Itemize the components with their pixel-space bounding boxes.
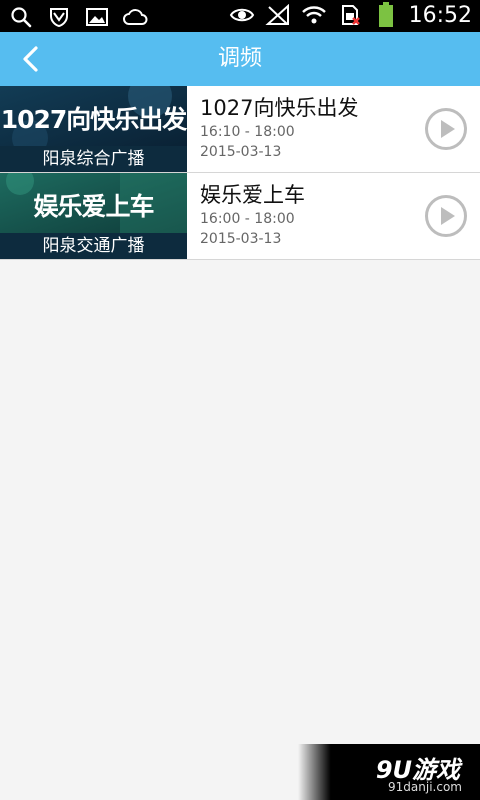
battery-icon [373,2,399,28]
program-name: 娱乐爱上车 [200,183,305,207]
cloud-icon [122,4,148,30]
status-bar: 16:52 [0,0,480,32]
program-name: 1027向快乐出发 [200,96,359,120]
list-item[interactable]: 娱乐爱上车 阳泉交通广播 娱乐爱上车 16:00 - 18:00 2015-03… [0,173,480,260]
clock: 16:52 [408,2,472,28]
program-time: 16:00 - 18:00 [200,211,295,227]
sim-icon [337,2,363,28]
list-item[interactable]: 1027向快乐出发 阳泉综合广播 1027向快乐出发 16:10 - 18:00… [0,86,480,173]
play-button[interactable] [424,194,468,238]
play-icon [425,108,467,150]
no-signal-icon [264,2,291,28]
program-list: 1027向快乐出发 阳泉综合广播 1027向快乐出发 16:10 - 18:00… [0,86,480,260]
page-title: 调频 [217,46,262,71]
shield-icon [46,4,72,30]
program-date: 2015-03-13 [200,144,282,160]
channel-name: 阳泉交通广播 [0,233,187,259]
program-thumbnail: 1027向快乐出发 阳泉综合广播 [0,86,187,172]
play-icon [425,195,467,237]
thumbnail-title: 娱乐爱上车 [33,192,154,221]
watermark-url: 91danji.com [388,780,462,794]
watermark: 9U游戏 91danji.com [298,744,480,800]
back-button[interactable] [16,44,46,74]
program-time: 16:10 - 18:00 [200,124,295,140]
wifi-icon [301,2,327,28]
chevron-left-icon [23,46,38,72]
channel-name: 阳泉综合广播 [0,146,187,172]
thumbnail-title: 1027向快乐出发 [0,105,187,134]
image-icon [84,4,110,30]
play-button[interactable] [424,107,468,151]
program-date: 2015-03-13 [200,231,282,247]
eye-icon [229,2,255,28]
search-icon [8,4,34,30]
header-bar: 调频 [0,32,480,86]
program-thumbnail: 娱乐爱上车 阳泉交通广播 [0,173,187,259]
